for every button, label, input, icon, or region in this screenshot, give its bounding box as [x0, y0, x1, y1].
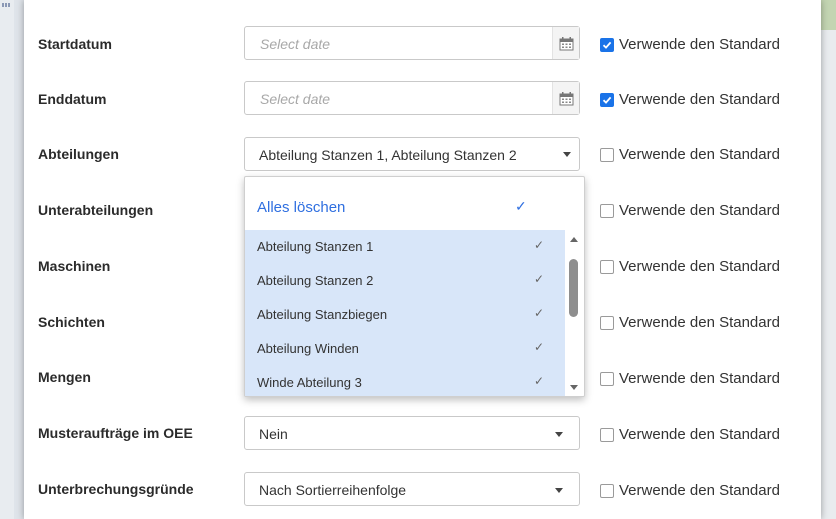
schichten-default-checkbox[interactable]: Verwende den Standard — [600, 314, 780, 331]
enddatum-label: Enddatum — [38, 91, 107, 107]
unterbrechungsgruende-select[interactable]: Nach Sortierreihenfolge — [244, 472, 580, 506]
dropdown-option[interactable]: Abteilung Stanzen 1 ✓ — [245, 230, 565, 264]
dropdown-option[interactable]: Abteilung Stanzen 2 ✓ — [245, 264, 565, 298]
mengen-default-checkbox[interactable]: Verwende den Standard — [600, 370, 780, 387]
option-label: Abteilung Stanzbiegen — [257, 307, 388, 322]
maschinen-default-checkbox[interactable]: Verwende den Standard — [600, 258, 780, 275]
calendar-icon[interactable] — [552, 27, 579, 59]
menu-dots-icon — [2, 3, 10, 7]
maschinen-default-label: Verwende den Standard — [619, 258, 780, 275]
maschinen-label: Maschinen — [38, 258, 111, 274]
unterabteilungen-default-checkbox[interactable]: Verwende den Standard — [600, 202, 780, 219]
startdatum-default-checkbox[interactable]: Verwende den Standard — [600, 36, 780, 53]
scroll-down-icon[interactable] — [570, 385, 578, 390]
dropdown-scrollbar[interactable] — [565, 230, 584, 396]
caret-down-icon — [563, 152, 571, 157]
checkbox-unchecked — [600, 371, 614, 386]
startdatum-default-label: Verwende den Standard — [619, 36, 780, 53]
abteilungen-select[interactable]: Abteilung Stanzen 1, Abteilung Stanzen 2 — [244, 137, 580, 171]
check-icon: ✓ — [534, 306, 545, 320]
check-icon: ✓ — [534, 374, 545, 388]
abteilungen-dropdown: Alles löschen ✓ Abteilung Stanzen 1 ✓ Ab… — [244, 176, 585, 397]
schichten-default-label: Verwende den Standard — [619, 314, 780, 331]
checkbox-unchecked — [600, 483, 614, 498]
option-label: Abteilung Stanzen 1 — [257, 239, 374, 254]
abteilungen-selected-value: Abteilung Stanzen 1, Abteilung Stanzen 2 — [259, 147, 517, 163]
check-icon: ✓ — [515, 198, 527, 214]
musterauftraege-select[interactable]: Nein — [244, 416, 580, 450]
check-icon — [602, 41, 612, 49]
checkbox-unchecked — [600, 147, 614, 162]
abteilungen-label: Abteilungen — [38, 146, 119, 162]
musterauftraege-default-label: Verwende den Standard — [619, 426, 780, 443]
unterbrechungsgruende-default-label: Verwende den Standard — [619, 482, 780, 499]
musterauftraege-default-checkbox[interactable]: Verwende den Standard — [600, 426, 780, 443]
checkbox-checked — [600, 37, 614, 52]
checkbox-unchecked — [600, 427, 614, 442]
caret-down-icon — [555, 432, 563, 437]
calendar-icon[interactable] — [552, 82, 579, 114]
clear-all-link[interactable]: Alles löschen — [257, 199, 345, 216]
abteilungen-default-checkbox[interactable]: Verwende den Standard — [600, 146, 780, 163]
enddatum-default-label: Verwende den Standard — [619, 91, 780, 108]
check-icon — [602, 96, 612, 104]
option-label: Abteilung Winden — [257, 341, 359, 356]
startdatum-label: Startdatum — [38, 36, 112, 52]
musterauftraege-selected-value: Nein — [259, 426, 288, 442]
settings-dialog: Startdatum Select date Verwende den Stan… — [24, 0, 821, 519]
dropdown-option-list: Abteilung Stanzen 1 ✓ Abteilung Stanzen … — [245, 230, 565, 396]
mengen-default-label: Verwende den Standard — [619, 370, 780, 387]
dropdown-option[interactable]: Abteilung Stanzbiegen ✓ — [245, 298, 565, 332]
unterabteilungen-default-label: Verwende den Standard — [619, 202, 780, 219]
checkbox-checked — [600, 92, 614, 107]
checkbox-unchecked — [600, 259, 614, 274]
startdatum-placeholder: Select date — [260, 36, 331, 52]
schichten-label: Schichten — [38, 314, 105, 330]
scrollbar-thumb[interactable] — [569, 259, 578, 317]
dropdown-option[interactable]: Winde Abteilung 3 ✓ — [245, 366, 565, 396]
startdatum-date-input[interactable]: Select date — [244, 26, 580, 60]
checkbox-unchecked — [600, 315, 614, 330]
check-icon: ✓ — [534, 340, 545, 354]
option-label: Abteilung Stanzen 2 — [257, 273, 374, 288]
background-panel-left — [0, 0, 14, 519]
caret-down-icon — [555, 488, 563, 493]
unterbrechungsgruende-default-checkbox[interactable]: Verwende den Standard — [600, 482, 780, 499]
check-icon: ✓ — [534, 238, 545, 252]
unterabteilungen-label: Unterabteilungen — [38, 202, 154, 218]
option-label: Winde Abteilung 3 — [257, 375, 362, 390]
check-icon: ✓ — [534, 272, 545, 286]
dropdown-option[interactable]: Abteilung Winden ✓ — [245, 332, 565, 366]
unterbrechungsgruende-selected-value: Nach Sortierreihenfolge — [259, 482, 407, 498]
mengen-label: Mengen — [38, 369, 91, 385]
scroll-up-icon[interactable] — [570, 237, 578, 242]
enddatum-date-input[interactable]: Select date — [244, 81, 580, 115]
enddatum-default-checkbox[interactable]: Verwende den Standard — [600, 91, 780, 108]
unterbrechungsgruende-label: Unterbrechungsgründe — [38, 481, 194, 497]
musterauftraege-label: Musteraufträge im OEE — [38, 425, 193, 441]
enddatum-placeholder: Select date — [260, 91, 331, 107]
abteilungen-default-label: Verwende den Standard — [619, 146, 780, 163]
checkbox-unchecked — [600, 203, 614, 218]
